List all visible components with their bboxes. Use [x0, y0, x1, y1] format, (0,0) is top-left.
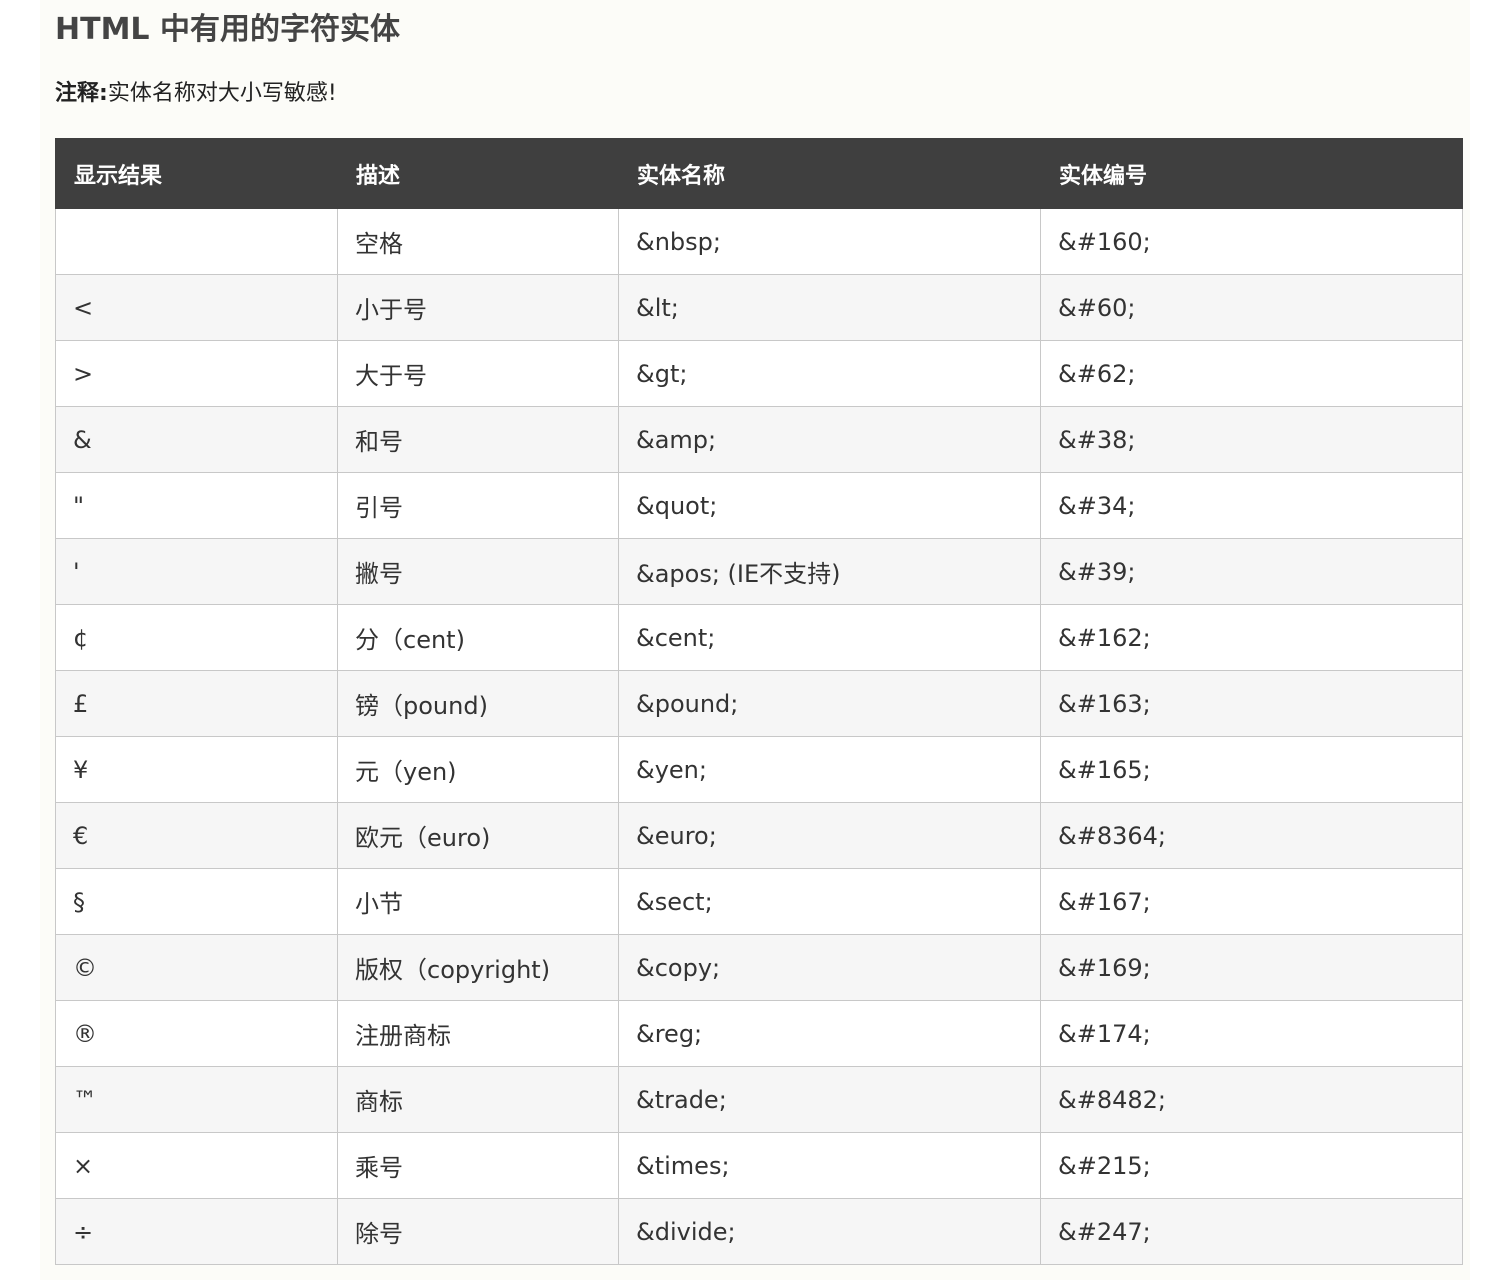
cell-result: ¢ [55, 604, 338, 671]
table-body: 空格 &nbsp; &#160; < 小于号 &lt; &#60; > 大于号 &gt; &#62;… [55, 208, 1463, 1265]
cell-entity-name: &trade; [618, 1066, 1041, 1133]
cell-entity-name: &euro; [618, 802, 1041, 869]
cell-description: 商标 [337, 1066, 619, 1133]
cell-entity-name: &copy; [618, 934, 1041, 1001]
cell-description: 乘号 [337, 1132, 619, 1199]
cell-entity-number: &#167; [1040, 868, 1463, 935]
cell-entity-number: &#39; [1040, 538, 1463, 605]
cell-entity-name: &divide; [618, 1198, 1041, 1265]
cell-description: 分（cent) [337, 604, 619, 671]
table-row: " 引号 &quot; &#34; [55, 472, 1463, 539]
cell-entity-number: &#174; [1040, 1000, 1463, 1067]
cell-result: ÷ [55, 1198, 338, 1265]
cell-description: 空格 [337, 208, 619, 275]
note-label: 注释: [55, 81, 108, 106]
cell-entity-name: &quot; [618, 472, 1041, 539]
table-header-row: 显示结果 描述 实体名称 实体编号 [55, 138, 1463, 209]
table-row: × 乘号 &times; &#215; [55, 1132, 1463, 1199]
cell-entity-number: &#38; [1040, 406, 1463, 473]
header-entity-number: 实体编号 [1040, 138, 1463, 209]
cell-entity-name: &nbsp; [618, 208, 1041, 275]
cell-result: © [55, 934, 338, 1001]
cell-description: 小节 [337, 868, 619, 935]
cell-result: × [55, 1132, 338, 1199]
cell-entity-number: &#162; [1040, 604, 1463, 671]
table-row: 空格 &nbsp; &#160; [55, 208, 1463, 275]
cell-description: 版权（copyright) [337, 934, 619, 1001]
table-row: & 和号 &amp; &#38; [55, 406, 1463, 473]
cell-entity-number: &#169; [1040, 934, 1463, 1001]
cell-result: £ [55, 670, 338, 737]
cell-description: 除号 [337, 1198, 619, 1265]
cell-entity-number: &#62; [1040, 340, 1463, 407]
table-row: £ 镑（pound) &pound; &#163; [55, 670, 1463, 737]
table-row: ® 注册商标 &reg; &#174; [55, 1000, 1463, 1067]
content-area: HTML 中有用的字符实体 注释:实体名称对大小写敏感! 显示结果 描述 实体名… [40, 0, 1470, 1280]
cell-result: € [55, 802, 338, 869]
cell-entity-name: &times; [618, 1132, 1041, 1199]
cell-entity-number: &#247; [1040, 1198, 1463, 1265]
cell-result: ¥ [55, 736, 338, 803]
cell-result: > [55, 340, 338, 407]
cell-description: 大于号 [337, 340, 619, 407]
table-row: ' 撇号 &apos; (IE不支持) &#39; [55, 538, 1463, 605]
header-entity-name: 实体名称 [618, 138, 1041, 209]
header-description: 描述 [337, 138, 619, 209]
cell-entity-name: &pound; [618, 670, 1041, 737]
table-row: € 欧元（euro) &euro; &#8364; [55, 802, 1463, 869]
table-row: © 版权（copyright) &copy; &#169; [55, 934, 1463, 1001]
cell-entity-name: &yen; [618, 736, 1041, 803]
table-row: > 大于号 &gt; &#62; [55, 340, 1463, 407]
table-row: ™ 商标 &trade; &#8482; [55, 1066, 1463, 1133]
note: 注释:实体名称对大小写敏感! [55, 76, 337, 112]
cell-entity-name: &gt; [618, 340, 1041, 407]
cell-entity-number: &#163; [1040, 670, 1463, 737]
table-row: ¥ 元（yen) &yen; &#165; [55, 736, 1463, 803]
table-row: § 小节 &sect; &#167; [55, 868, 1463, 935]
cell-result: ' [55, 538, 338, 605]
cell-entity-number: &#8482; [1040, 1066, 1463, 1133]
cell-entity-number: &#160; [1040, 208, 1463, 275]
cell-description: 撇号 [337, 538, 619, 605]
table-row: < 小于号 &lt; &#60; [55, 274, 1463, 341]
cell-description: 小于号 [337, 274, 619, 341]
cell-description: 引号 [337, 472, 619, 539]
note-text: 实体名称对大小写敏感! [107, 81, 337, 106]
cell-description: 注册商标 [337, 1000, 619, 1067]
cell-result: ™ [55, 1066, 338, 1133]
cell-entity-number: &#60; [1040, 274, 1463, 341]
cell-description: 和号 [337, 406, 619, 473]
cell-entity-number: &#8364; [1040, 802, 1463, 869]
cell-entity-name: &lt; [618, 274, 1041, 341]
cell-result [55, 208, 338, 275]
cell-description: 元（yen) [337, 736, 619, 803]
cell-entity-number: &#165; [1040, 736, 1463, 803]
cell-result: " [55, 472, 338, 539]
table-row: ÷ 除号 &divide; &#247; [55, 1198, 1463, 1265]
cell-entity-number: &#34; [1040, 472, 1463, 539]
cell-result: § [55, 868, 338, 935]
cell-result: & [55, 406, 338, 473]
cell-entity-name: &apos; (IE不支持) [618, 538, 1041, 605]
cell-description: 镑（pound) [337, 670, 619, 737]
cell-result: < [55, 274, 338, 341]
cell-entity-name: &cent; [618, 604, 1041, 671]
table-row: ¢ 分（cent) &cent; &#162; [55, 604, 1463, 671]
cell-description: 欧元（euro) [337, 802, 619, 869]
cell-entity-name: &amp; [618, 406, 1041, 473]
cell-result: ® [55, 1000, 338, 1067]
header-result: 显示结果 [55, 138, 338, 209]
page-title: HTML 中有用的字符实体 [55, 12, 400, 47]
cell-entity-name: &reg; [618, 1000, 1041, 1067]
entity-table: 显示结果 描述 实体名称 实体编号 空格 &nbsp; &#160; < 小于号 &lt;… [55, 138, 1463, 1265]
cell-entity-number: &#215; [1040, 1132, 1463, 1199]
cell-entity-name: &sect; [618, 868, 1041, 935]
